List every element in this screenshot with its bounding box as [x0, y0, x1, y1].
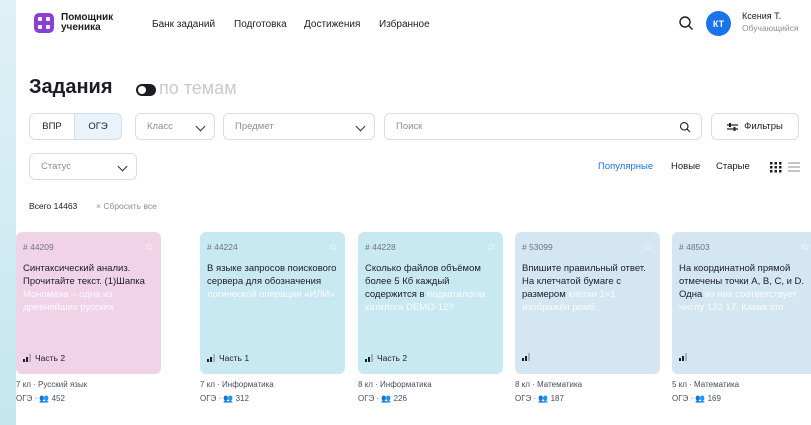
star-icon[interactable]: ☆ [800, 240, 810, 253]
difficulty: Часть 1 [207, 353, 249, 363]
difficulty-bars-icon [679, 353, 687, 361]
task-text-faded: Мономаха – одна из древнейших русских [23, 289, 114, 313]
user-name[interactable]: Ксения Т. [742, 11, 781, 21]
left-edge-background [0, 0, 16, 425]
difficulty: Часть 2 [365, 353, 407, 363]
search-placeholder: Поиск [396, 121, 423, 132]
chevron-down-icon [195, 121, 206, 132]
logo-text[interactable]: Помощник ученика [61, 13, 113, 33]
star-icon[interactable]: ☆ [328, 240, 338, 253]
search-input[interactable]: Поиск [384, 113, 702, 140]
sort-old[interactable]: Старые [716, 161, 750, 172]
task-number: # 44224 [207, 242, 238, 252]
difficulty-bars-icon [522, 353, 530, 361]
nav-favorites[interactable]: Избранное [379, 19, 430, 30]
view-toggle[interactable] [136, 84, 156, 96]
part-label: Часть 1 [219, 353, 250, 363]
sliders-icon [727, 122, 739, 131]
star-icon[interactable]: ☆ [486, 240, 496, 253]
task-meta-exam-solvers: ОГЭ · 👥 187 [515, 394, 564, 403]
reset-filters-link[interactable]: × Сбросить все [96, 201, 157, 211]
sort-new[interactable]: Новые [671, 161, 700, 172]
task-meta-exam-solvers: ОГЭ · 👥 226 [358, 394, 407, 403]
task-number: # 44228 [365, 242, 396, 252]
search-icon[interactable] [678, 15, 694, 31]
status-select[interactable]: Статус [29, 153, 137, 180]
topics-view-label[interactable]: по темам [159, 78, 237, 99]
task-number: # 44209 [23, 242, 54, 252]
user-role: Обучающийся [742, 23, 799, 33]
task-text-main: В языке запросов поискового сервера для … [207, 263, 337, 287]
filters-button-label: Фильтры [744, 121, 783, 132]
part-label: Часть 2 [377, 353, 408, 363]
task-text: В языке запросов поискового сервера для … [207, 262, 341, 301]
task-text: Впишите правильный ответ. На клетчатой б… [522, 262, 656, 314]
task-meta-class-subject: 8 кл · Информатика [358, 380, 432, 389]
nav-preparation[interactable]: Подготовка [234, 19, 287, 30]
task-card[interactable]: # 44224 ☆ В языке запросов поискового се… [200, 232, 345, 374]
chevron-down-icon [355, 121, 366, 132]
part-label: Часть 2 [35, 353, 66, 363]
main-page: Помощник ученика Банк заданий Подготовка… [16, 0, 811, 425]
subject-select[interactable]: Предмет [223, 113, 375, 140]
page-title: Задания [29, 76, 113, 98]
task-text: На координатной прямой отмечены точки A,… [679, 262, 811, 314]
task-meta-exam-solvers: ОГЭ · 👥 452 [16, 394, 65, 403]
avatar[interactable]: КТ [706, 11, 731, 36]
task-meta-exam-solvers: ОГЭ · 👥 169 [672, 394, 721, 403]
task-meta-class-subject: 5 кл · Математика [672, 380, 740, 389]
task-text-main: Синтаксический анализ. Прочитайте текст.… [23, 263, 145, 287]
task-card[interactable]: # 44209 ☆ Синтаксический анализ. Прочита… [16, 232, 161, 374]
difficulty [522, 353, 534, 361]
task-text-faded: логической операции «ИЛИ» [207, 289, 335, 300]
results-total: Всего 14463 [29, 201, 78, 211]
status-select-label: Статус [41, 161, 72, 172]
task-meta-class-subject: 7 кл · Русский язык [16, 380, 88, 389]
search-icon [679, 121, 691, 133]
list-view-icon[interactable] [788, 161, 800, 173]
class-select-label: Класс [147, 121, 173, 132]
chevron-down-icon [117, 161, 128, 172]
task-card[interactable]: # 44228 ☆ Сколько файлов объёмом более 5… [358, 232, 503, 374]
nav-bank[interactable]: Банк заданий [152, 19, 215, 30]
task-number: # 53099 [522, 242, 553, 252]
task-meta-class-subject: 8 кл · Математика [515, 380, 583, 389]
star-icon[interactable]: ☆ [144, 240, 154, 253]
difficulty: Часть 2 [23, 353, 65, 363]
logo-icon[interactable] [34, 13, 54, 33]
filters-button[interactable]: Фильтры [711, 113, 799, 140]
difficulty-bars-icon [207, 354, 215, 362]
task-card[interactable]: # 53099 ☆ Впишите правильный ответ. На к… [515, 232, 660, 374]
sort-popular[interactable]: Популярные [598, 161, 653, 172]
difficulty [679, 353, 691, 361]
logo-line-2: ученика [61, 22, 101, 33]
exam-tab-vpr[interactable]: ВПР [29, 113, 75, 140]
difficulty-bars-icon [365, 354, 373, 362]
task-meta-class-subject: 7 кл · Информатика [200, 380, 274, 389]
task-number: # 48503 [679, 242, 710, 252]
task-text: Сколько файлов объёмом более 5 Кб каждый… [365, 262, 499, 314]
exam-tab-oge[interactable]: ОГЭ [74, 113, 122, 140]
subject-select-label: Предмет [235, 121, 274, 132]
star-icon[interactable]: ☆ [643, 240, 653, 253]
grid-view-icon[interactable] [770, 161, 782, 173]
task-text: Синтаксический анализ. Прочитайте текст.… [23, 262, 157, 314]
task-meta-exam-solvers: ОГЭ · 👥 312 [200, 394, 249, 403]
task-card[interactable]: # 48503 ☆ На координатной прямой отмечен… [672, 232, 811, 374]
nav-achievements[interactable]: Достижения [304, 19, 360, 30]
difficulty-bars-icon [23, 354, 31, 362]
top-header: Помощник ученика Банк заданий Подготовка… [16, 0, 811, 48]
class-select[interactable]: Класс [135, 113, 215, 140]
